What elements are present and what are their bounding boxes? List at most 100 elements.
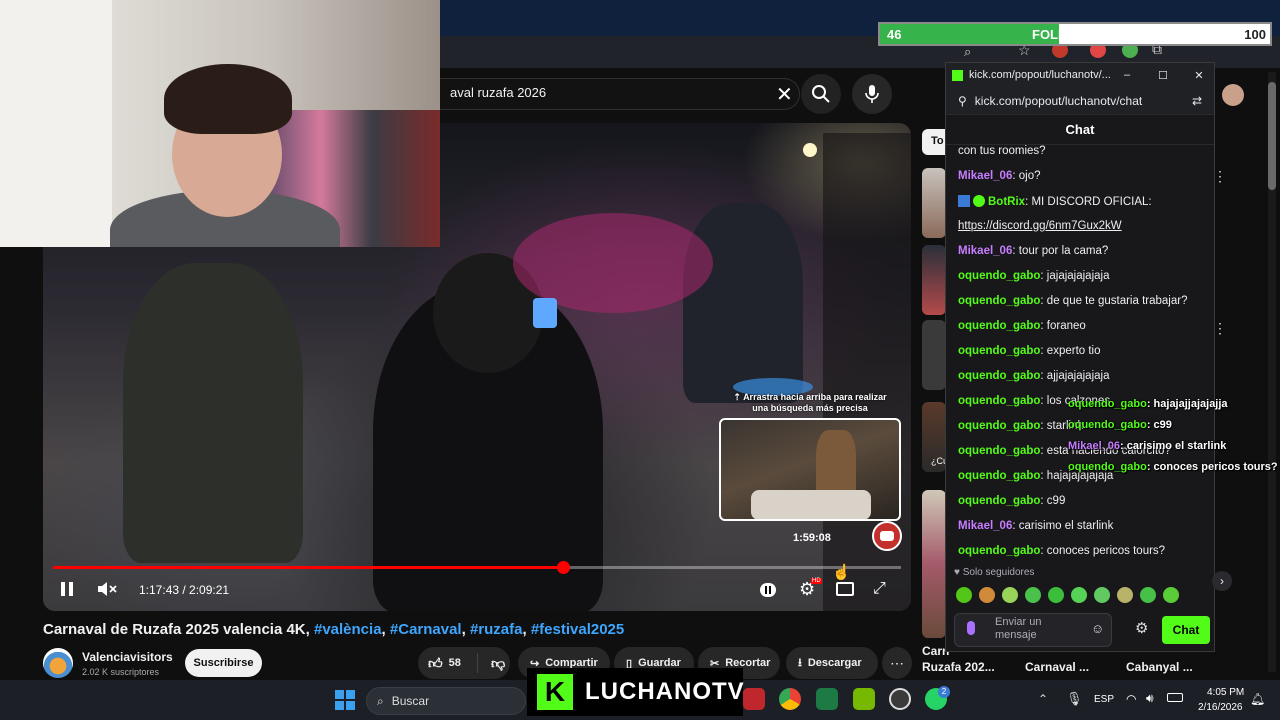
chat-address-bar[interactable]: ⚲ kick.com/popout/luchanotv/chat ⇄ <box>946 87 1214 115</box>
chat-message-text: : ajjajajajajaja <box>1040 370 1110 382</box>
chat-username[interactable]: oquendo_gabo <box>958 420 1040 432</box>
mute-button[interactable] <box>96 580 118 598</box>
clock-date[interactable]: 2/16/2026 <box>1198 702 1243 713</box>
chat-username[interactable]: oquendo_gabo <box>958 345 1040 357</box>
emote-scroll-right-icon[interactable]: › <box>1212 571 1232 591</box>
emoji-icon[interactable]: ☺ <box>1091 621 1104 636</box>
chat-username[interactable]: Mikael_06 <box>958 520 1012 532</box>
recommendation-title[interactable]: Carnaval ... <box>1025 660 1089 674</box>
fullscreen-button[interactable]: ⤢ <box>873 580 886 598</box>
subscribe-button[interactable]: Suscribirse <box>185 649 262 677</box>
chat-username[interactable]: oquendo_gabo <box>958 495 1040 507</box>
clock-time[interactable]: 4:05 PM <box>1207 687 1244 698</box>
theater-mode-button[interactable] <box>836 582 854 596</box>
volume-icon[interactable]: 🔊︎ <box>1146 691 1154 706</box>
emote-icon[interactable] <box>1140 587 1156 603</box>
chat-username[interactable]: oquendo_gabo <box>958 545 1040 557</box>
page-scrollbar[interactable] <box>1268 72 1276 672</box>
tray-microphone-icon[interactable]: 🎙︎ <box>1066 691 1083 707</box>
chat-send-button[interactable]: Chat <box>1162 616 1210 644</box>
chat-username[interactable]: oquendo_gabo <box>958 295 1040 307</box>
video-progress-bar[interactable] <box>53 561 901 574</box>
emote-icon[interactable] <box>956 587 972 603</box>
like-button[interactable]: 👍︎ 58 <box>418 653 478 673</box>
clear-search-icon[interactable]: ✕ <box>776 82 793 107</box>
chat-settings-icon[interactable]: ⚙ <box>1135 619 1148 637</box>
close-icon[interactable]: ✕ <box>1190 69 1208 82</box>
channel-avatar[interactable] <box>43 648 73 678</box>
battery-icon[interactable] <box>1167 693 1183 702</box>
channel-name[interactable]: Valenciavisitors <box>82 650 173 664</box>
download-button[interactable]: ⭳ Descargar <box>786 647 878 679</box>
search-input[interactable]: aval ruzafa 2026 <box>440 78 800 110</box>
notifications-icon[interactable]: 🔔︎ <box>1250 692 1265 706</box>
chat-username[interactable]: Mikael_06 <box>958 245 1012 257</box>
hashtag-link[interactable]: #festival2025 <box>531 621 624 638</box>
hint-arrow-icon: ⇡ <box>733 392 744 402</box>
message-options-icon[interactable]: ⋮ <box>1213 168 1227 185</box>
verified-badge-icon <box>973 195 985 207</box>
more-actions-button[interactable]: ⋯ <box>882 647 912 679</box>
chat-username[interactable]: oquendo_gabo <box>958 395 1040 407</box>
emote-icon[interactable] <box>1002 587 1018 603</box>
chrome-icon[interactable] <box>779 688 801 710</box>
taskbar-search[interactable]: ⌕ Buscar <box>366 687 526 715</box>
translate-icon[interactable]: ⇄ <box>1192 94 1202 108</box>
chat-username[interactable]: oquendo_gabo <box>958 270 1040 282</box>
chat-username[interactable]: oquendo_gabo <box>958 470 1040 482</box>
tray-chevron-icon[interactable]: ⌃ <box>1038 692 1048 706</box>
emote-icon[interactable] <box>1117 587 1133 603</box>
recommendation-title[interactable]: Cabanyal ... <box>1126 660 1193 674</box>
recommendation-thumbnail[interactable] <box>922 490 946 638</box>
recommendation-thumbnail[interactable] <box>922 168 946 238</box>
maximize-icon[interactable]: ☐ <box>1154 69 1172 82</box>
chat-username[interactable]: oquendo_gabo <box>958 320 1040 332</box>
page-scrollbar-thumb[interactable] <box>1268 82 1276 190</box>
chat-username[interactable]: Mikael_06 <box>958 170 1012 182</box>
nvidia-icon[interactable] <box>853 688 875 710</box>
channel-watermark[interactable] <box>872 521 902 551</box>
start-button[interactable] <box>335 690 355 710</box>
excel-icon[interactable] <box>816 688 838 710</box>
youtube-account-avatar[interactable] <box>1222 84 1244 106</box>
chat-username[interactable]: oquendo_gabo <box>958 370 1040 382</box>
recommendation-thumbnail[interactable]: ¿Cu <box>922 402 948 472</box>
youtube-logo-icon <box>880 531 894 541</box>
voice-search-button[interactable] <box>852 74 892 114</box>
emote-icon[interactable] <box>979 587 995 603</box>
zoom-icon[interactable]: ⌕ <box>964 44 971 60</box>
hashtag-link[interactable]: #valència <box>314 621 382 638</box>
chat-link[interactable]: https://discord.gg/6nm7Gux2kW <box>958 220 1122 232</box>
settings-button[interactable]: ⚙ HD <box>799 578 822 600</box>
microphone-icon[interactable] <box>967 621 975 635</box>
language-indicator[interactable]: ESP <box>1094 694 1114 705</box>
emote-icon[interactable] <box>1048 587 1064 603</box>
app-icon[interactable] <box>743 688 765 710</box>
emote-icon[interactable] <box>1094 587 1110 603</box>
message-options-icon[interactable]: ⋮ <box>1213 320 1227 337</box>
emote-icon[interactable] <box>1025 587 1041 603</box>
overlay-chat-username: oquendo_gabo <box>1068 461 1147 473</box>
autoplay-toggle[interactable] <box>760 583 776 597</box>
seek-preview-thumbnail <box>719 418 901 521</box>
hashtag-link[interactable]: #ruzafa <box>470 621 523 638</box>
search-button[interactable] <box>801 74 841 114</box>
chat-message-text: : jajajajajajaja <box>1040 270 1110 282</box>
filter-chip[interactable]: To <box>922 129 946 155</box>
hashtag-link[interactable]: #Carnaval <box>390 621 462 638</box>
obs-icon[interactable] <box>889 688 911 710</box>
dislike-button[interactable]: 👎︎ <box>484 655 505 672</box>
recommendation-title[interactable]: Ruzafa 202... <box>922 660 995 674</box>
chat-message-input[interactable]: Enviar un mensaje ☺ <box>954 613 1112 647</box>
emote-icon[interactable] <box>1071 587 1087 603</box>
pause-button[interactable] <box>60 581 74 597</box>
stream-brand-banner: K LUCHANOTV <box>527 668 744 716</box>
chat-username[interactable]: oquendo_gabo <box>958 445 1040 457</box>
emote-icon[interactable] <box>1163 587 1179 603</box>
recommendation-thumbnail[interactable] <box>922 320 946 390</box>
progress-scrubber[interactable] <box>556 561 570 574</box>
recommendation-thumbnail[interactable] <box>922 245 946 315</box>
chat-username[interactable]: BotRix <box>988 196 1025 208</box>
minimize-icon[interactable]: – <box>1118 69 1136 81</box>
wifi-icon[interactable]: ◠ <box>1126 692 1136 706</box>
